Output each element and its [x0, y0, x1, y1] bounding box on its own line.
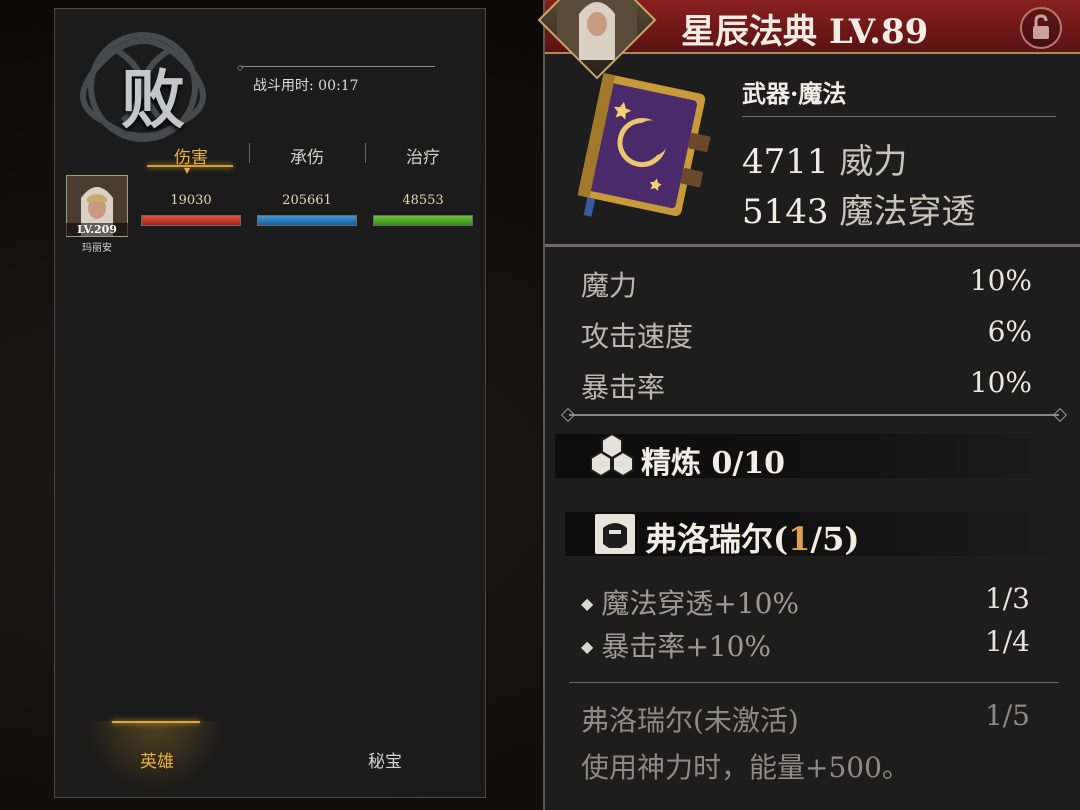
set-bonus-progress: 1/4 — [984, 625, 1030, 658]
refine-level: 精炼 0/10 — [641, 446, 786, 481]
main-stat-power: 4711 威力 — [742, 134, 907, 183]
owner-portrait-icon — [557, 0, 637, 60]
set-name-suffix: /5) — [810, 520, 860, 558]
damage-value: 19030 — [170, 193, 212, 208]
hero-name: 玛丽安 — [82, 243, 112, 254]
set-bonus-progress: 1/3 — [984, 582, 1030, 615]
refine-hexagon-icon — [590, 432, 634, 478]
damage-taken-bar — [257, 215, 357, 226]
battle-time: 战斗用时: 00:17 — [253, 78, 359, 94]
tab-treasures[interactable]: 秘宝 — [335, 747, 435, 772]
timer-diamond-icon: ◇ — [237, 63, 244, 72]
main-stat-magic-pen: 5143 魔法穿透 — [742, 184, 975, 233]
timer-divider — [241, 66, 435, 67]
set-bonus-label: 魔法穿透+10% — [601, 587, 800, 620]
item-type: 武器·魔法 — [742, 79, 847, 108]
set-count-current: 1 — [788, 520, 811, 558]
damage-bar — [141, 215, 241, 226]
section-divider — [545, 244, 1080, 247]
set-skill-progress: 1/5 — [984, 699, 1030, 732]
sub-stat-label: 攻击速度 — [581, 320, 694, 353]
hero-level-badge: LV.209 — [66, 223, 128, 236]
battle-result-title: 败 — [121, 63, 185, 138]
item-title: 星辰法典 LV.89 — [681, 12, 929, 52]
set-name-prefix: 弗洛瑞尔( — [645, 520, 789, 558]
set-skill-description: 使用神力时，能量+500。 — [581, 751, 910, 784]
item-type-divider — [742, 116, 1056, 117]
spellbook-icon — [577, 73, 711, 217]
lock-icon[interactable] — [1019, 6, 1063, 50]
healing-bar — [373, 215, 473, 226]
sub-stat-label: 暴击率 — [581, 371, 666, 404]
diamond-bullet-icon: ◆ — [581, 637, 594, 656]
tab-divider — [249, 143, 250, 163]
battle-stats-panel: 败 ◇ 战斗用时: 00:17 伤害 承伤 治疗 ▼ LV.209 玛丽安 19… — [54, 8, 486, 798]
tab-healing[interactable]: 治疗 — [373, 143, 473, 168]
tab-damage-taken[interactable]: 承伤 — [257, 143, 357, 168]
set-skill-name: 弗洛瑞尔(未激活) — [581, 704, 799, 737]
set-armor-icon — [595, 514, 635, 554]
healing-value: 48553 — [402, 193, 444, 208]
sub-stat-value: 6% — [987, 315, 1032, 348]
tab-divider — [365, 143, 366, 163]
main-stat-label: 魔法穿透 — [839, 192, 976, 232]
set-bonus-label: 暴击率+10% — [601, 630, 772, 663]
set-bonus: ◆ 暴击率+10% — [581, 625, 771, 665]
tab-heroes[interactable]: 英雄 — [107, 747, 207, 772]
set-skill-divider — [569, 682, 1059, 683]
sub-stat-label: 魔力 — [581, 269, 638, 302]
main-stat-label: 威力 — [839, 142, 908, 182]
item-header: 星辰法典 LV.89 — [537, 0, 1080, 80]
hero-tab-indicator — [112, 721, 200, 723]
sub-stat-value: 10% — [969, 264, 1032, 297]
set-bonus: ◆ 魔法穿透+10% — [581, 582, 799, 622]
main-stat-value: 4711 — [742, 142, 829, 182]
ornament-divider — [569, 414, 1059, 416]
main-stat-value: 5143 — [742, 192, 829, 232]
damage-taken-value: 205661 — [282, 193, 332, 208]
active-tab-arrow-icon: ▼ — [184, 166, 191, 175]
sub-stat-value: 10% — [969, 366, 1032, 399]
set-name: 弗洛瑞尔(1/5) — [645, 514, 860, 560]
diamond-bullet-icon: ◆ — [581, 594, 594, 613]
item-detail-panel: 星辰法典 LV.89 武器·魔法 4711 威力 5143 魔法穿透 魔力 10… — [537, 0, 1080, 810]
